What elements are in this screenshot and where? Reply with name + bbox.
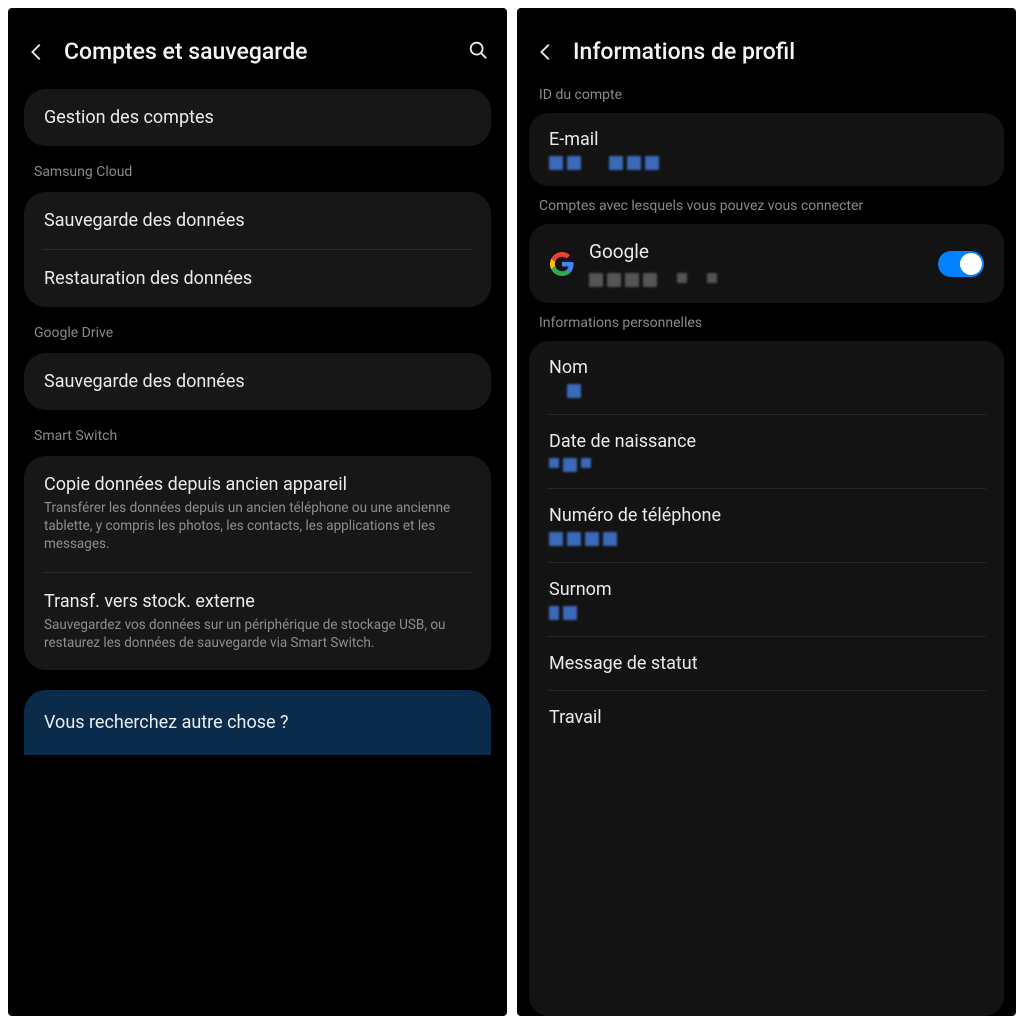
search-icon[interactable] — [467, 39, 489, 65]
card-manage-accounts: Gestion des comptes — [24, 89, 491, 146]
item-nickname[interactable]: Surnom — [547, 562, 986, 636]
item-label: Message de statut — [549, 653, 984, 674]
content: Gestion des comptes Samsung Cloud Sauveg… — [8, 89, 507, 1016]
item-label: Travail — [549, 707, 984, 728]
phone-profile-info: Informations de profil ID du compte E-ma… — [517, 8, 1016, 1016]
page-title: Comptes et sauvegarde — [64, 38, 451, 65]
item-label: Transf. vers stock. externe — [44, 591, 471, 612]
item-status-message[interactable]: Message de statut — [547, 636, 986, 690]
card-account-id: E-mail — [529, 113, 1004, 186]
item-transfer-external[interactable]: Transf. vers stock. externe Sauvegardez … — [42, 572, 473, 670]
google-text: Google — [589, 240, 924, 287]
card-smart-switch: Copie données depuis ancien appareil Tra… — [24, 456, 491, 670]
card-google-drive: Sauvegarde des données — [24, 353, 491, 410]
item-dob[interactable]: Date de naissance — [547, 414, 986, 488]
item-work[interactable]: Travail — [547, 690, 986, 744]
card-connect-accounts: Google — [529, 224, 1004, 303]
redacted-value — [549, 156, 984, 170]
item-label: E-mail — [549, 129, 984, 150]
item-label: Sauvegarde des données — [44, 210, 471, 231]
item-restore-data[interactable]: Restauration des données — [42, 249, 473, 307]
item-phone[interactable]: Numéro de téléphone — [547, 488, 986, 562]
content: ID du compte E-mail Comptes avec lesquel… — [517, 83, 1016, 1016]
item-label: Copie données depuis ancien appareil — [44, 474, 471, 495]
item-label: Gestion des comptes — [44, 107, 471, 128]
section-google-drive: Google Drive — [24, 319, 491, 341]
item-copy-old-device[interactable]: Copie données depuis ancien appareil Tra… — [24, 456, 491, 572]
item-description: Transférer les données depuis un ancien … — [44, 499, 471, 554]
section-personal-info: Informations personnelles — [529, 311, 1004, 333]
redacted-value — [549, 384, 984, 398]
section-smart-switch: Smart Switch — [24, 422, 491, 444]
google-icon — [549, 251, 575, 277]
item-label: Sauvegarde des données — [44, 371, 471, 392]
item-label: Nom — [549, 357, 984, 378]
item-label: Date de naissance — [549, 431, 984, 452]
redacted-value — [549, 606, 984, 620]
item-label: Numéro de téléphone — [549, 505, 984, 526]
redacted-value — [549, 532, 984, 546]
section-connect-accounts: Comptes avec lesquels vous pouvez vous c… — [529, 194, 1004, 216]
google-toggle[interactable] — [938, 251, 984, 277]
card-samsung-cloud: Sauvegarde des données Restauration des … — [24, 192, 491, 307]
item-email[interactable]: E-mail — [529, 113, 1004, 186]
item-label: Google — [589, 240, 924, 263]
item-gd-backup[interactable]: Sauvegarde des données — [24, 353, 491, 410]
phone-accounts-backup: Comptes et sauvegarde Gestion des compte… — [8, 8, 507, 1016]
back-icon[interactable] — [535, 41, 557, 63]
header: Comptes et sauvegarde — [8, 8, 507, 89]
item-backup-data[interactable]: Sauvegarde des données — [24, 192, 491, 249]
item-description: Sauvegardez vos données sur un périphéri… — [44, 616, 471, 652]
item-manage-accounts[interactable]: Gestion des comptes — [24, 89, 491, 146]
redacted-value — [549, 458, 984, 472]
item-label: Surnom — [549, 579, 984, 600]
back-icon[interactable] — [26, 41, 48, 63]
header: Informations de profil — [517, 8, 1016, 83]
card-looking-for[interactable]: Vous recherchez autre chose ? — [24, 690, 491, 755]
item-label: Restauration des données — [44, 268, 471, 289]
section-account-id: ID du compte — [529, 83, 1004, 105]
item-name[interactable]: Nom — [529, 341, 1004, 414]
section-samsung-cloud: Samsung Cloud — [24, 158, 491, 180]
card-personal-info: Nom Date de naissance Numéro de téléphon… — [529, 341, 1004, 1016]
page-title: Informations de profil — [573, 38, 998, 65]
item-google[interactable]: Google — [529, 224, 1004, 303]
redacted-value — [589, 273, 924, 287]
footer-label: Vous recherchez autre chose ? — [44, 712, 471, 733]
